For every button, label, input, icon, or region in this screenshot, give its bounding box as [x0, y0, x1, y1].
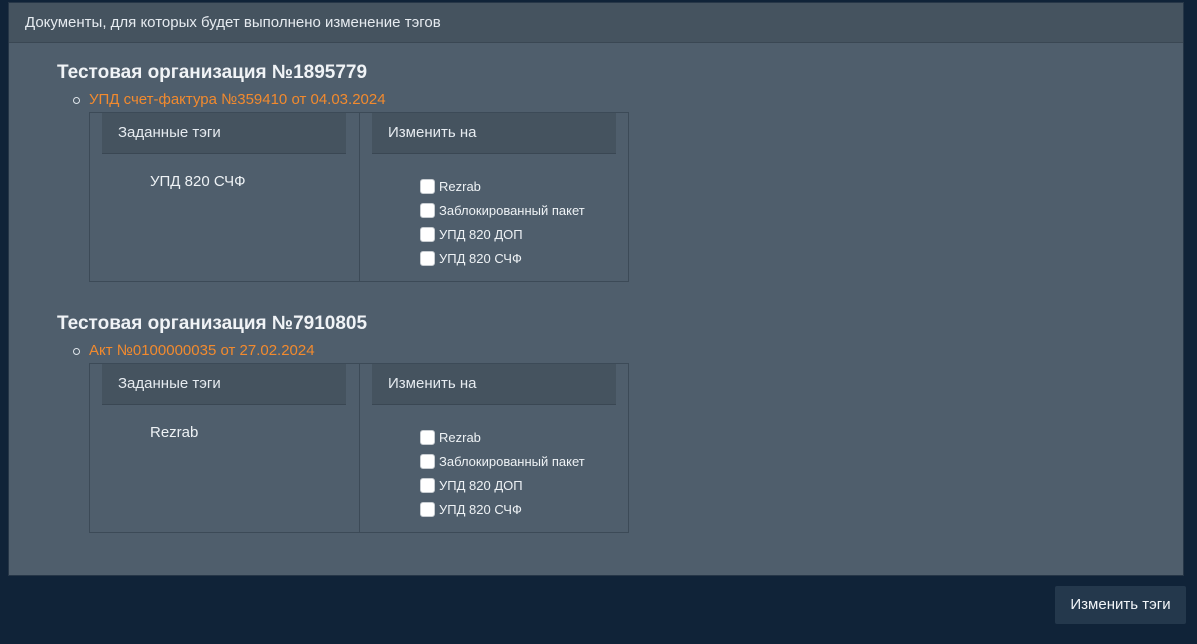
change-to-header: Изменить на: [372, 364, 616, 405]
document-list-item: Акт №0100000035 от 27.02.2024: [57, 341, 629, 361]
tag-option-blocked-package[interactable]: Заблокированный пакет: [420, 449, 585, 473]
assigned-tags-header: Заданные тэги: [102, 113, 346, 154]
organization-title: Тестовая организация №1895779: [57, 62, 368, 83]
change-to-column: Изменить на Rezrab Заблокированный пакет: [359, 364, 628, 532]
tag-checkbox[interactable]: [420, 250, 435, 266]
list-bullet-icon: [73, 97, 80, 104]
tag-checkbox[interactable]: [420, 178, 435, 194]
document-list-item: УПД счет-фактура №359410 от 04.03.2024: [57, 90, 629, 110]
assigned-tags-column: Заданные тэги Rezrab: [90, 364, 359, 532]
tag-checkbox[interactable]: [420, 501, 435, 517]
tag-checkbox[interactable]: [420, 477, 435, 493]
tag-option-label: Rezrab: [439, 429, 481, 445]
assigned-tags-column: Заданные тэги УПД 820 СЧФ: [90, 113, 359, 281]
change-to-column: Изменить на Rezrab Заблокированный пакет: [359, 113, 628, 281]
tag-option-label: Заблокированный пакет: [439, 453, 585, 469]
document-link[interactable]: УПД счет-фактура №359410 от 04.03.2024: [89, 91, 386, 108]
panel-header: Документы, для которых будет выполнено и…: [9, 3, 1183, 43]
tag-checkbox[interactable]: [420, 429, 435, 445]
tag-option-label: УПД 820 ДОП: [439, 226, 523, 242]
tag-checkbox[interactable]: [420, 226, 435, 242]
tags-table: Заданные тэги Rezrab Изменить на Rezrab …: [89, 363, 629, 533]
tag-option-label: УПД 820 СЧФ: [439, 250, 522, 266]
document-link[interactable]: Акт №0100000035 от 27.02.2024: [89, 342, 315, 359]
tag-option-rezrab[interactable]: Rezrab: [420, 425, 585, 449]
tag-option-label: УПД 820 ДОП: [439, 477, 523, 493]
assigned-tag: УПД 820 СЧФ: [150, 173, 246, 190]
change-tags-button[interactable]: Изменить тэги: [1055, 586, 1186, 624]
tags-panel: Документы, для которых будет выполнено и…: [8, 2, 1184, 576]
tag-option-upd-820-schf[interactable]: УПД 820 СЧФ: [420, 246, 585, 270]
tag-checkbox[interactable]: [420, 453, 435, 469]
organization-section: Тестовая организация №1895779 УПД счет-ф…: [57, 60, 629, 282]
tag-option-blocked-package[interactable]: Заблокированный пакет: [420, 198, 585, 222]
tag-option-rezrab[interactable]: Rezrab: [420, 174, 585, 198]
tag-option-upd-820-dop[interactable]: УПД 820 ДОП: [420, 222, 585, 246]
change-to-header: Изменить на: [372, 113, 616, 154]
tag-option-label: Заблокированный пакет: [439, 202, 585, 218]
tags-table: Заданные тэги УПД 820 СЧФ Изменить на Re…: [89, 112, 629, 282]
tag-option-upd-820-dop[interactable]: УПД 820 ДОП: [420, 473, 585, 497]
tag-checkbox-list: Rezrab Заблокированный пакет УПД 820 ДОП: [420, 174, 585, 270]
organization-section: Тестовая организация №7910805 Акт №01000…: [57, 311, 629, 533]
tag-option-upd-820-schf[interactable]: УПД 820 СЧФ: [420, 497, 585, 521]
tag-checkbox-list: Rezrab Заблокированный пакет УПД 820 ДОП: [420, 425, 585, 521]
tag-option-label: УПД 820 СЧФ: [439, 501, 522, 517]
tag-checkbox[interactable]: [420, 202, 435, 218]
organization-title: Тестовая организация №7910805: [57, 313, 368, 334]
tag-option-label: Rezrab: [439, 178, 481, 194]
assigned-tag: Rezrab: [150, 424, 199, 441]
list-bullet-icon: [73, 348, 80, 355]
assigned-tags-header: Заданные тэги: [102, 364, 346, 405]
